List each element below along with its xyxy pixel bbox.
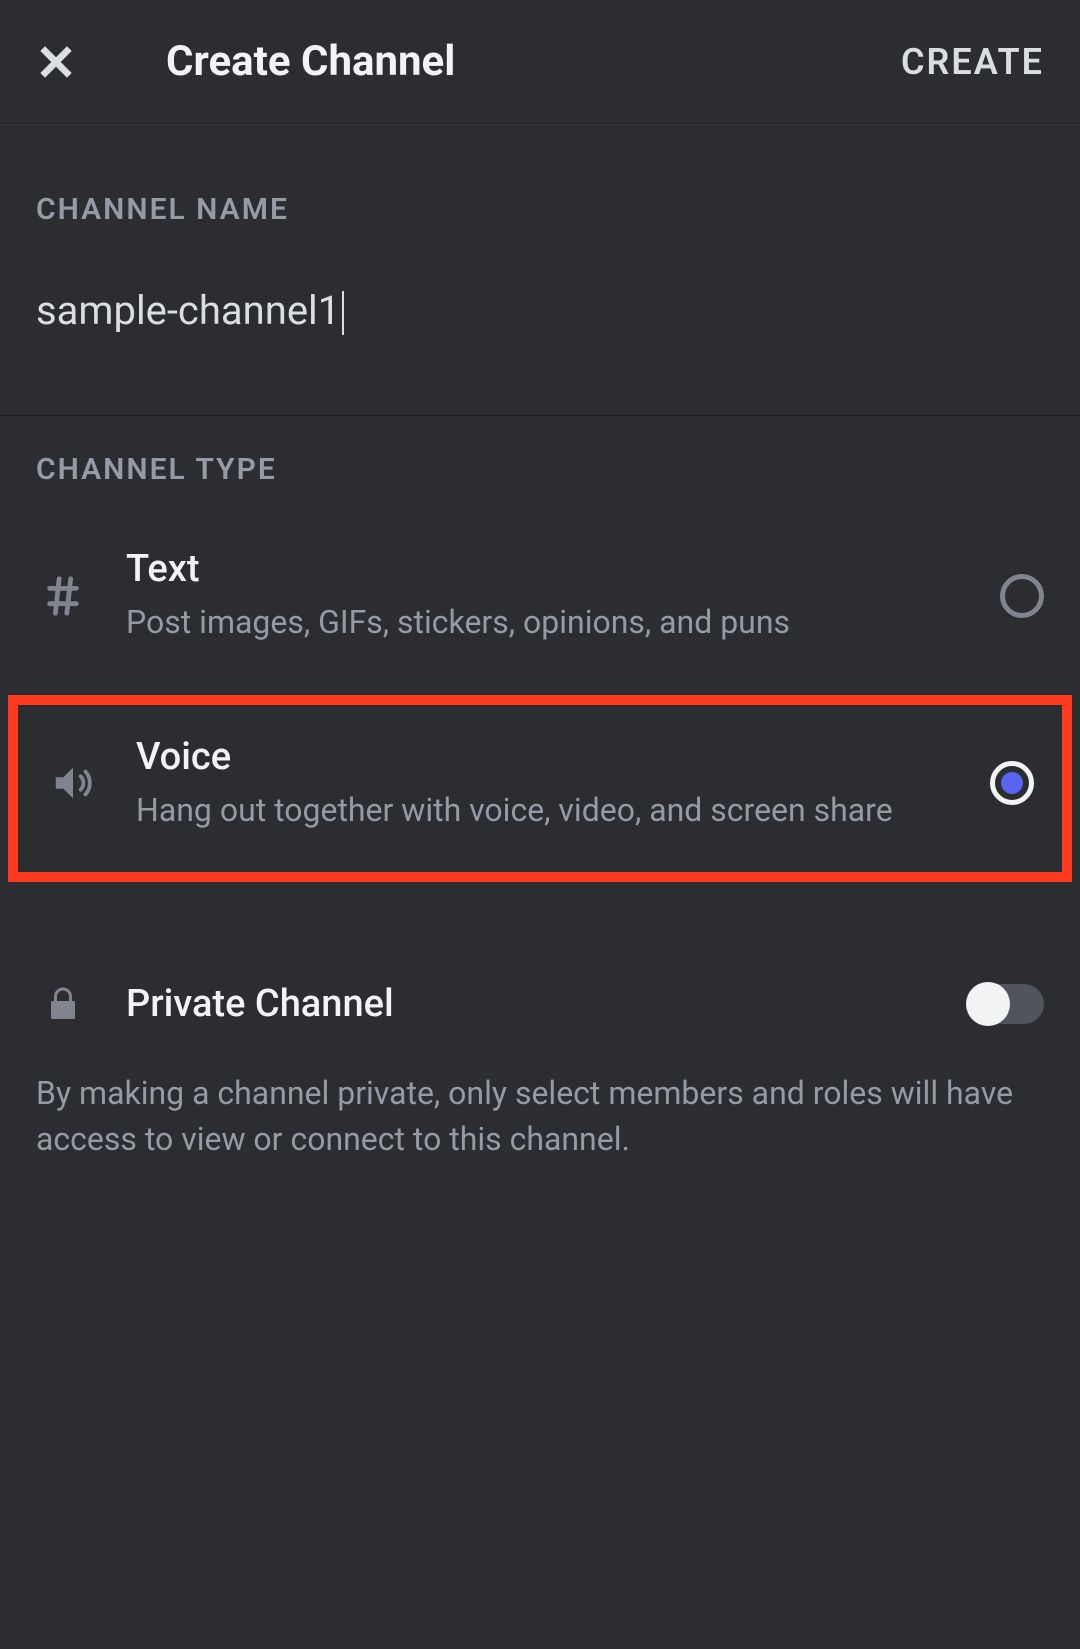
- private-row: Private Channel: [36, 982, 1044, 1026]
- voice-highlight: Voice Hang out together with voice, vide…: [8, 695, 1072, 882]
- hash-icon: [36, 573, 90, 619]
- lock-icon: [36, 986, 90, 1022]
- channel-name-input[interactable]: sample-channel1: [36, 287, 344, 335]
- radio-voice-inner: [1001, 772, 1023, 794]
- channel-type-section: CHANNEL TYPE Text Post images, GIFs, sti…: [0, 416, 1080, 1162]
- channel-type-text[interactable]: Text Post images, GIFs, stickers, opinio…: [0, 507, 1080, 684]
- type-text-content: Text Post images, GIFs, stickers, opinio…: [126, 547, 980, 644]
- private-description: By making a channel private, only select…: [36, 1070, 1044, 1163]
- close-button[interactable]: [36, 42, 76, 82]
- text-cursor: [342, 291, 344, 335]
- private-label: Private Channel: [126, 982, 968, 1026]
- spacer: [0, 124, 1080, 164]
- private-toggle[interactable]: [968, 984, 1044, 1024]
- radio-voice[interactable]: [990, 761, 1034, 805]
- speaker-icon: [46, 760, 100, 806]
- close-icon: [36, 42, 76, 82]
- private-section: Private Channel By making a channel priv…: [0, 982, 1080, 1163]
- page-title: Create Channel: [166, 37, 901, 86]
- type-text-title: Text: [126, 547, 980, 591]
- header-bar: Create Channel CREATE: [0, 0, 1080, 124]
- channel-name-input-wrap[interactable]: sample-channel1: [0, 247, 1080, 416]
- toggle-knob: [966, 982, 1010, 1026]
- type-voice-title: Voice: [136, 735, 970, 779]
- create-button[interactable]: CREATE: [901, 41, 1044, 83]
- type-voice-desc: Hang out together with voice, video, and…: [136, 789, 970, 832]
- channel-name-label: CHANNEL NAME: [0, 164, 1080, 247]
- channel-type-voice[interactable]: Voice Hang out together with voice, vide…: [18, 705, 1062, 872]
- type-text-desc: Post images, GIFs, stickers, opinions, a…: [126, 601, 980, 644]
- radio-text[interactable]: [1000, 574, 1044, 618]
- type-voice-content: Voice Hang out together with voice, vide…: [136, 735, 970, 832]
- channel-type-label: CHANNEL TYPE: [0, 424, 1080, 507]
